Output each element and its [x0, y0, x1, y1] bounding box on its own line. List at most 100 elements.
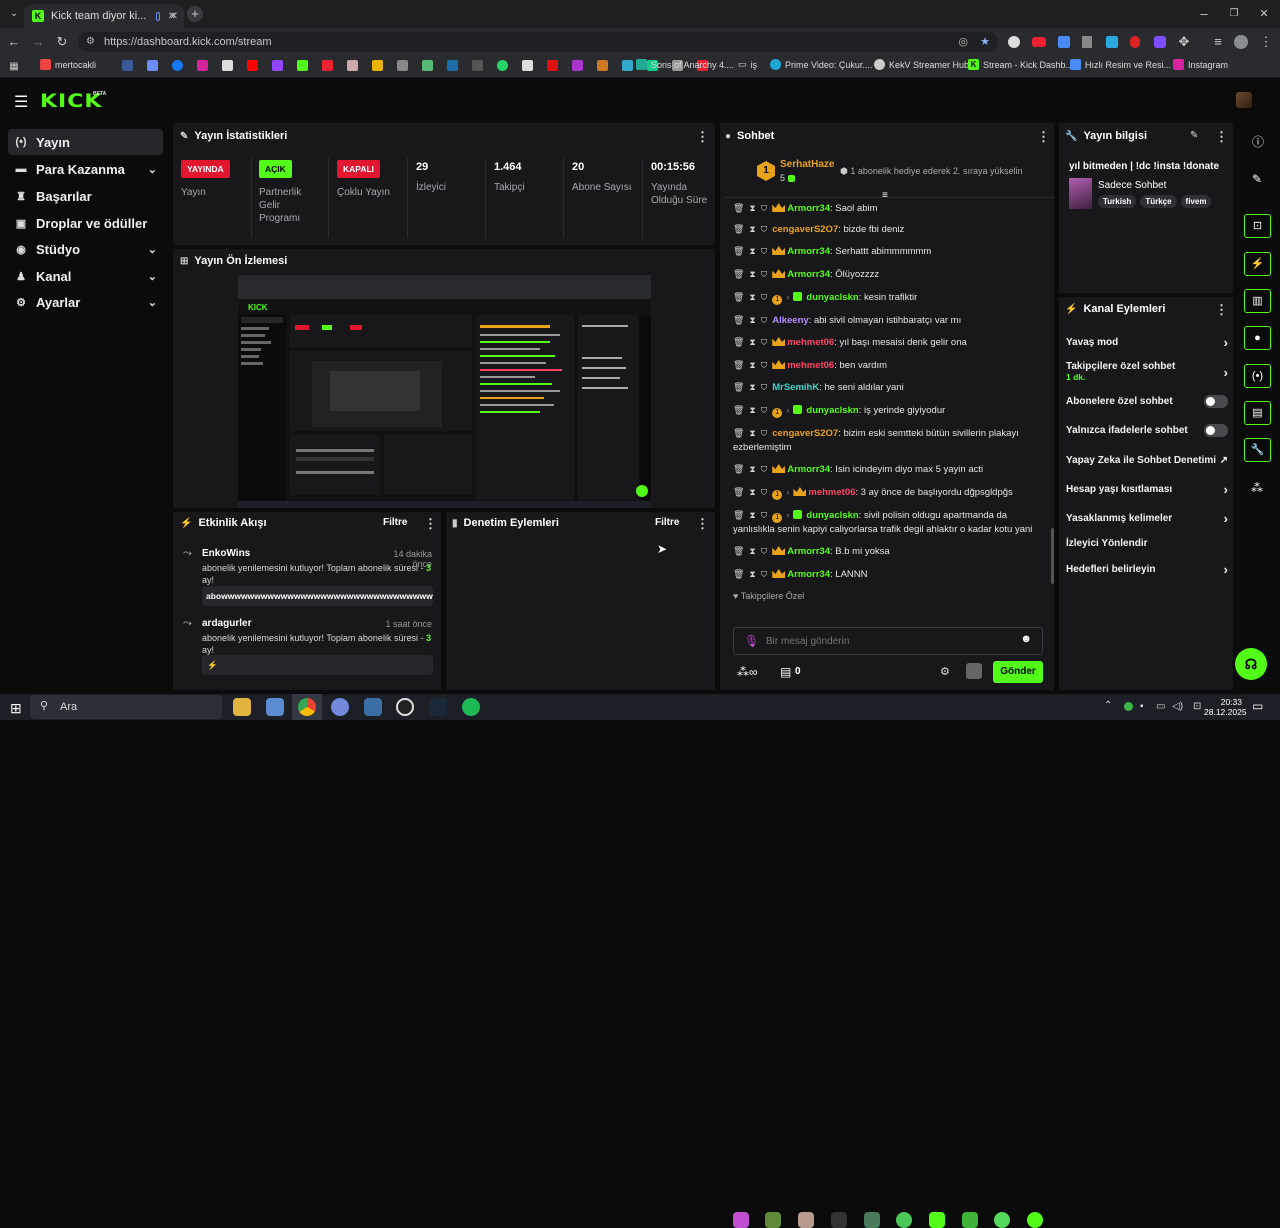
bookmark-icon[interactable] — [522, 60, 533, 71]
close-window-icon[interactable]: ✕ — [1256, 6, 1272, 22]
mod-tools-icons[interactable]: 🗑 ⧗ ⛉ — [733, 292, 767, 302]
chat-message[interactable]: 🗑 ⧗ ⛉ Armorr34: LANNN — [733, 567, 1051, 582]
chat-username[interactable]: dunyaclskn — [806, 292, 858, 303]
sidebar-item-yayin[interactable]: (•) Yayın — [8, 129, 163, 155]
puzzle-icon[interactable]: ✥ — [1176, 34, 1192, 50]
discord-icon[interactable] — [331, 698, 349, 716]
gift-icon[interactable]: ▤ — [780, 665, 791, 679]
info-icon[interactable]: ⓘ — [1252, 133, 1264, 150]
stream-preview-video[interactable]: KICK — [238, 275, 651, 508]
channel-points-icon[interactable]: ⁂∞ — [737, 665, 758, 679]
taskbar-search[interactable]: ⚲ Ara — [30, 695, 222, 719]
chat-message-input[interactable] — [766, 632, 1006, 650]
category-name[interactable]: Sadece Sohbet — [1098, 180, 1166, 191]
bookmark-icon[interactable] — [472, 60, 483, 71]
minimize-icon[interactable]: – — [1196, 6, 1212, 22]
site-info-icon[interactable]: ⚙ — [86, 32, 95, 52]
mod-tools-icons[interactable]: 🗑 ⧗ ⛉ — [733, 360, 767, 370]
chat-message[interactable]: 🗑 ⧗ ⛉ 1 › dunyaclskn: kesin trafiktir — [733, 290, 1051, 305]
chat-message[interactable]: 🗑 ⧗ ⛉ cengaverS2O7: bizim eski semtteki b… — [733, 426, 1051, 455]
chat-scrollbar[interactable] — [1051, 528, 1054, 584]
tab-overflow[interactable]: ✕ — [140, 4, 186, 28]
toggle-switch[interactable] — [1204, 424, 1228, 437]
rail-button-actions[interactable]: ⚡ — [1244, 252, 1271, 276]
action-emote-only[interactable]: Yalnızca ifadelerle sohbet — [1066, 424, 1228, 437]
edit-icon[interactable]: ✎ — [1252, 172, 1262, 186]
emote-icon[interactable] — [896, 1212, 912, 1228]
hamburger-menu-icon[interactable]: ☰ — [14, 92, 28, 112]
bookmark-icon[interactable] — [622, 60, 633, 71]
bookmark-star-icon[interactable]: ★ — [980, 32, 990, 52]
new-tab-icon[interactable]: + — [187, 6, 203, 22]
action-banned-words[interactable]: Yasaklanmış kelimeler › — [1066, 511, 1228, 526]
action-ai-moderation[interactable]: Yapay Zeka ile Sohbet Denetimi ↗ — [1066, 455, 1228, 466]
bookmark-item[interactable]: mertocakli — [40, 59, 96, 70]
sidebar-item-para-kazanma[interactable]: ▬ Para Kazanma ⌄ — [8, 156, 163, 182]
back-icon[interactable]: ← — [6, 34, 22, 50]
forward-icon[interactable]: → — [30, 34, 46, 50]
chat-message[interactable]: 🗑 ⧗ ⛉ mehmet06: yıl başı mesaisi denk gel… — [733, 335, 1051, 350]
windows-start-icon[interactable]: ⊞ — [10, 700, 22, 717]
action-goals[interactable]: Hedefleri belirleyin › — [1066, 562, 1228, 577]
chat-message[interactable]: 🗑 ⧗ ⛉ Armorr34: Ölüyozzzz — [733, 267, 1051, 282]
bookmark-icon[interactable] — [397, 60, 408, 71]
extension-icon[interactable] — [1058, 36, 1070, 48]
facebook-icon[interactable] — [172, 60, 183, 71]
chat-message[interactable]: 🗑 ⧗ ⛉ cengaverS2O7: bizde fbi deniz — [733, 222, 1051, 237]
rail-button-info[interactable]: 🔧 — [1244, 438, 1271, 462]
mod-tools-icons[interactable]: 🗑 ⧗ ⛉ — [733, 464, 767, 474]
more-options-icon[interactable]: ⋮ — [1037, 129, 1050, 145]
file-explorer-icon[interactable] — [233, 698, 251, 716]
sidebar-item-droplar[interactable]: ▣ Droplar ve ödüller — [8, 210, 163, 236]
chat-username[interactable]: Armorr34 — [787, 546, 830, 557]
more-options-icon[interactable]: ⋮ — [1215, 129, 1228, 145]
chat-input-box[interactable]: 🎙 ☻ — [733, 627, 1043, 655]
mod-tools-icons[interactable]: 🗑 ⧗ ⛉ — [733, 546, 767, 556]
chat-username[interactable]: cengaverS2O7 — [772, 224, 838, 235]
tab-list-icon[interactable]: ⌄ — [6, 6, 22, 22]
more-options-icon[interactable]: ⋮ — [696, 516, 709, 532]
more-options-icon[interactable]: ⋮ — [424, 516, 437, 532]
tag[interactable]: Turkish — [1098, 195, 1137, 208]
bookmark-item[interactable]: Instagram — [1173, 59, 1228, 70]
instagram-icon[interactable] — [197, 60, 208, 71]
chat-username[interactable]: Alkeeny — [772, 315, 808, 326]
mod-tools-icons[interactable]: 🗑 ⧗ ⛉ — [733, 382, 767, 392]
bookmark-icon[interactable] — [547, 60, 558, 71]
calculator-icon[interactable] — [266, 698, 284, 716]
bot-icon[interactable] — [966, 663, 982, 679]
user-avatar[interactable] — [1236, 92, 1252, 108]
mod-tools-icons[interactable]: 🗑 ⧗ ⛉ — [733, 246, 767, 256]
sidebar-item-ayarlar[interactable]: ⚙ Ayarlar ⌄ — [8, 289, 163, 315]
chat-username[interactable]: Armorr34 — [787, 569, 830, 580]
extension-icon[interactable] — [1082, 36, 1092, 48]
sidebar-item-kanal[interactable]: ♟ Kanal ⌄ — [8, 263, 163, 289]
bookmark-icon[interactable] — [422, 60, 433, 71]
emote-icon[interactable] — [765, 1212, 781, 1228]
mod-tools-icons[interactable]: 🗑 ⧗ ⛉ — [733, 487, 767, 497]
action-followers-only[interactable]: Takipçilere özel sohbet › 1 dk. — [1066, 361, 1228, 382]
bookmark-icon[interactable] — [572, 60, 583, 71]
bookmark-icon[interactable] — [122, 60, 133, 71]
chat-username[interactable]: Armorr34 — [787, 464, 830, 475]
bookmark-icon[interactable] — [372, 60, 383, 71]
bookmark-icon[interactable] — [597, 60, 608, 71]
emote-icon[interactable] — [994, 1212, 1010, 1228]
notifications-icon[interactable]: ▭ — [1252, 699, 1263, 713]
reading-list-icon[interactable]: ≡ — [1210, 34, 1226, 50]
emote-icon[interactable] — [733, 1212, 749, 1228]
chat-username[interactable]: cengaverS2O7 — [772, 428, 838, 439]
steam-icon[interactable] — [429, 698, 447, 716]
emote-icon[interactable] — [929, 1212, 945, 1228]
chat-message[interactable]: 🗑 ⧗ ⛉ Armorr34: B.b mi yoksa — [733, 544, 1051, 559]
chat-message[interactable]: 🗑 ⧗ ⛉ MrSemihK: he seni aldılar yani — [733, 380, 1051, 395]
emote-icon[interactable] — [864, 1212, 880, 1228]
chat-username[interactable]: Armorr34 — [787, 203, 830, 214]
mod-tools-icons[interactable]: 🗑 ⧗ ⛉ — [733, 203, 767, 213]
event-user[interactable]: ardagurler — [202, 618, 251, 629]
chat-username[interactable]: Armorr34 — [787, 269, 830, 280]
mod-tools-icons[interactable]: 🗑 ⧗ ⛉ — [733, 315, 767, 325]
settings-gear-icon[interactable]: ⚙ — [940, 665, 950, 678]
action-raid[interactable]: İzleyici Yönlendir — [1066, 538, 1228, 549]
chat-message[interactable]: 🗑 ⧗ ⛉ 1 › dunyaclskn: sivil polisin oldugu … — [733, 508, 1051, 537]
